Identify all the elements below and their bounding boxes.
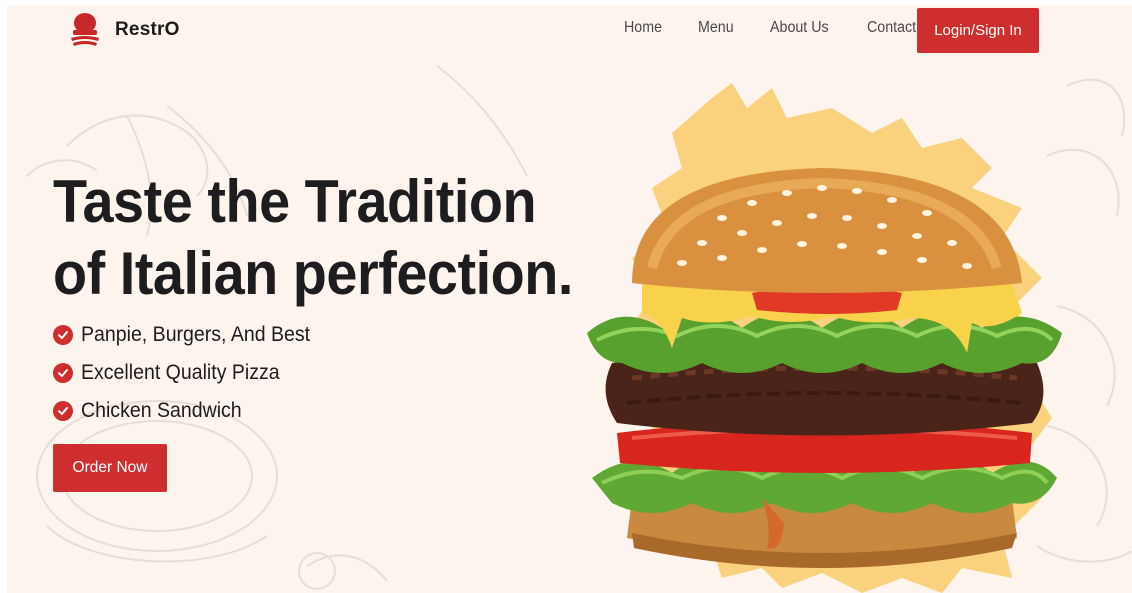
hero-title-line-1: Taste the Tradition [53, 168, 537, 235]
brand-logo[interactable]: RestrO [67, 10, 180, 50]
burger-image [587, 83, 1062, 593]
main-nav: Home Menu About Us Contact [624, 19, 953, 37]
feature-text: Chicken Sandwich [81, 399, 242, 422]
check-circle-icon [53, 363, 73, 383]
feature-item: Excellent Quality Pizza [53, 354, 327, 392]
login-signin-button[interactable]: Login/Sign In [917, 8, 1039, 53]
brand-name: RestrO [115, 19, 180, 40]
nav-item-home[interactable]: Home [624, 19, 662, 37]
feature-item: Panpie, Burgers, And Best [53, 316, 327, 354]
nav-item-contact[interactable]: Contact [867, 19, 916, 37]
chef-hat-logo-icon [71, 13, 99, 46]
feature-item: Chicken Sandwich [53, 392, 327, 430]
order-now-button[interactable]: Order Now [53, 444, 167, 492]
page: RestrO Home Menu About Us Contact Login/… [7, 6, 1132, 593]
feature-list: Panpie, Burgers, And Best Excellent Qual… [53, 316, 327, 430]
feature-text: Panpie, Burgers, And Best [81, 323, 311, 346]
check-circle-icon [53, 401, 73, 421]
nav-item-menu[interactable]: Menu [698, 19, 734, 37]
check-circle-icon [53, 325, 73, 345]
hero-title-line-2: of Italian perfection. [53, 240, 573, 307]
hero-title: Taste the Tradition of Italian perfectio… [53, 166, 573, 310]
feature-text: Excellent Quality Pizza [81, 361, 280, 384]
nav-item-about-us[interactable]: About Us [770, 19, 829, 37]
